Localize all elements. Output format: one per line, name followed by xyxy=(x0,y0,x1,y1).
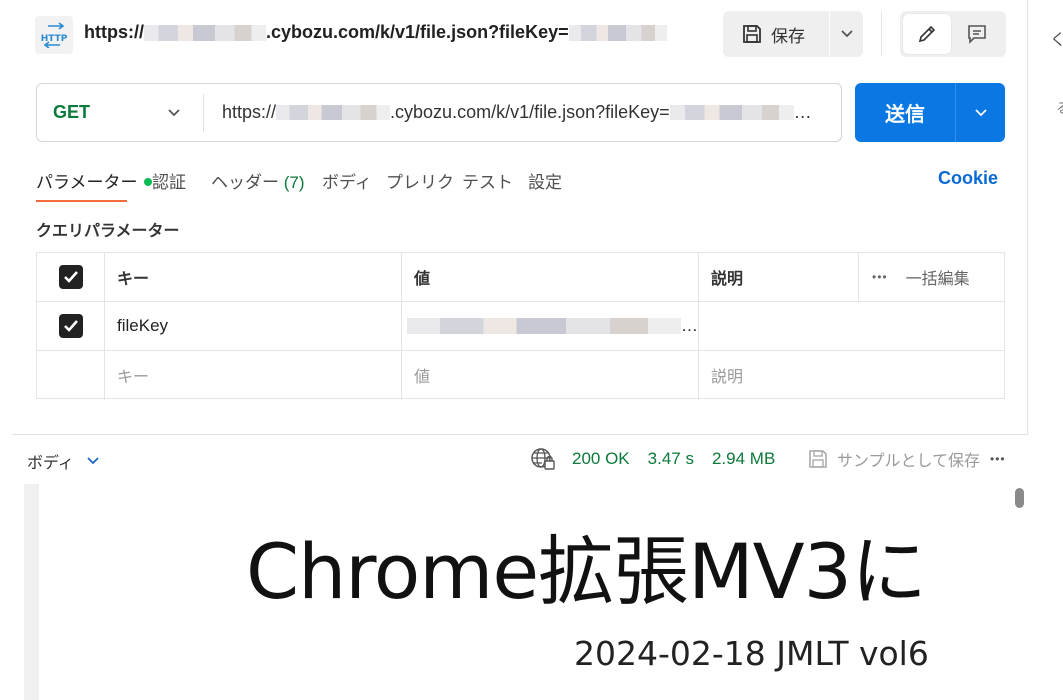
right-panel-fragment: く/ xyxy=(1050,32,1063,49)
redacted-host xyxy=(276,105,391,120)
title-url-prefix: https:// xyxy=(84,22,144,42)
response-time[interactable]: 3.47 s xyxy=(648,449,694,469)
table-row: fileKey … xyxy=(37,302,1004,351)
url-ellipsis: … xyxy=(793,102,812,122)
param-value-field[interactable]: … xyxy=(401,302,698,350)
right-panel-fragment: る xyxy=(1056,98,1063,118)
response-size[interactable]: 2.94 MB xyxy=(712,449,775,469)
preview-slide-title: Chrome拡張MV3に xyxy=(246,527,927,616)
select-all-checkbox[interactable] xyxy=(58,265,83,289)
table-header-row: キー 値 説明 ••• 一括編集 xyxy=(37,253,1004,302)
save-as-example-button[interactable]: サンプルとして保存 xyxy=(807,447,980,471)
save-as-example-label: サンプルとして保存 xyxy=(837,453,981,470)
param-description-field[interactable] xyxy=(698,302,1004,350)
tab-auth[interactable]: 認証 xyxy=(152,168,186,193)
save-label: 保存 xyxy=(771,26,805,46)
cookies-link[interactable]: Cookie xyxy=(938,168,998,189)
table-row-empty: キー 値 説明 xyxy=(37,351,1004,400)
tab-params[interactable]: パラメーター xyxy=(36,168,152,193)
check-icon xyxy=(63,320,78,332)
bulk-edit-button[interactable]: 一括編集 xyxy=(906,265,970,289)
view-toggle xyxy=(900,11,1006,57)
pencil-icon xyxy=(918,25,936,43)
save-button-group: 保存 xyxy=(723,11,863,57)
query-params-title: クエリパラメーター xyxy=(36,223,180,240)
method-label: GET xyxy=(53,102,91,122)
save-button[interactable]: 保存 xyxy=(723,11,829,57)
redacted-file-key xyxy=(407,318,681,334)
tab-pre-request[interactable]: プレリク xyxy=(386,168,454,193)
preview-slide-subtitle: 2024-02-18 JMLT vol6 xyxy=(574,634,929,673)
query-params-table: キー 値 説明 ••• 一括編集 fileKey … キー 値 説明 xyxy=(36,252,1005,400)
url-input[interactable]: https:// .cybozu.com/k/v1/file.json?file… xyxy=(204,102,841,123)
tab-headers[interactable]: ヘッダー (7) xyxy=(211,168,305,193)
status-code[interactable]: 200 OK xyxy=(572,449,630,469)
url-prefix: https:// xyxy=(222,102,277,122)
save-icon xyxy=(809,450,827,468)
redacted-host xyxy=(144,24,266,41)
http-request-icon: HTTP xyxy=(35,16,73,54)
tab-label: パラメーター xyxy=(36,173,138,192)
save-options-button[interactable] xyxy=(830,11,863,57)
send-options-button[interactable] xyxy=(956,108,1005,118)
new-key-field[interactable]: キー xyxy=(104,351,401,399)
tab-body[interactable]: ボディ xyxy=(322,168,372,193)
new-description-field[interactable]: 説明 xyxy=(698,351,1004,399)
chevron-down-icon xyxy=(168,108,180,116)
edit-mode-button[interactable] xyxy=(903,14,951,54)
header-count: (7) xyxy=(283,173,305,192)
chevron-down-icon xyxy=(87,457,99,465)
value-ellipsis: … xyxy=(681,316,698,335)
tab-tests[interactable]: テスト xyxy=(462,168,513,193)
chevron-down-icon xyxy=(974,108,987,116)
active-tab-underline xyxy=(36,200,127,202)
more-options-icon[interactable]: ••• xyxy=(872,270,888,284)
method-select[interactable]: GET xyxy=(37,84,203,141)
comment-icon xyxy=(968,25,986,44)
response-meta: 200 OK 3.47 s 2.94 MB xyxy=(530,447,775,471)
url-domain: .cybozu.com/k/v1/file.json?fileKey= xyxy=(390,102,670,122)
column-header-value: 値 xyxy=(414,271,431,288)
send-button-group: 送信 xyxy=(855,83,1005,142)
response-body-label: ボディ xyxy=(27,455,74,472)
svg-text:HTTP: HTTP xyxy=(41,34,68,44)
response-more-icon[interactable]: ••• xyxy=(990,452,1006,466)
chevron-down-icon xyxy=(840,30,853,38)
redacted-file-key xyxy=(669,105,794,120)
tab-label: ヘッダー xyxy=(211,173,279,192)
response-preview[interactable]: Chrome拡張MV3に 2024-02-18 JMLT vol6 xyxy=(24,484,1020,700)
column-header-key: キー xyxy=(117,271,150,288)
request-title[interactable]: https:// .cybozu.com/k/v1/file.json?file… xyxy=(84,22,667,43)
new-value-field[interactable]: 値 xyxy=(401,351,698,399)
column-header-description: 説明 xyxy=(711,271,744,288)
response-body-dropdown[interactable]: ボディ xyxy=(27,449,100,473)
active-indicator-dot xyxy=(143,177,152,186)
param-enabled-checkbox[interactable] xyxy=(58,314,83,338)
title-url-domain: .cybozu.com/k/v1/file.json?fileKey= xyxy=(266,22,569,42)
save-icon xyxy=(743,25,761,43)
redacted-file-key xyxy=(568,24,667,41)
send-button[interactable]: 送信 xyxy=(855,98,955,127)
globe-lock-icon[interactable] xyxy=(530,447,556,471)
tab-settings[interactable]: 設定 xyxy=(528,168,562,193)
param-key-field[interactable]: fileKey xyxy=(104,302,401,350)
comments-button[interactable] xyxy=(951,14,1003,54)
preview-scrollbar[interactable] xyxy=(1015,488,1024,508)
preview-gutter xyxy=(24,484,39,700)
check-icon xyxy=(63,271,78,283)
request-bar: GET https:// .cybozu.com/k/v1/file.json?… xyxy=(36,83,842,142)
